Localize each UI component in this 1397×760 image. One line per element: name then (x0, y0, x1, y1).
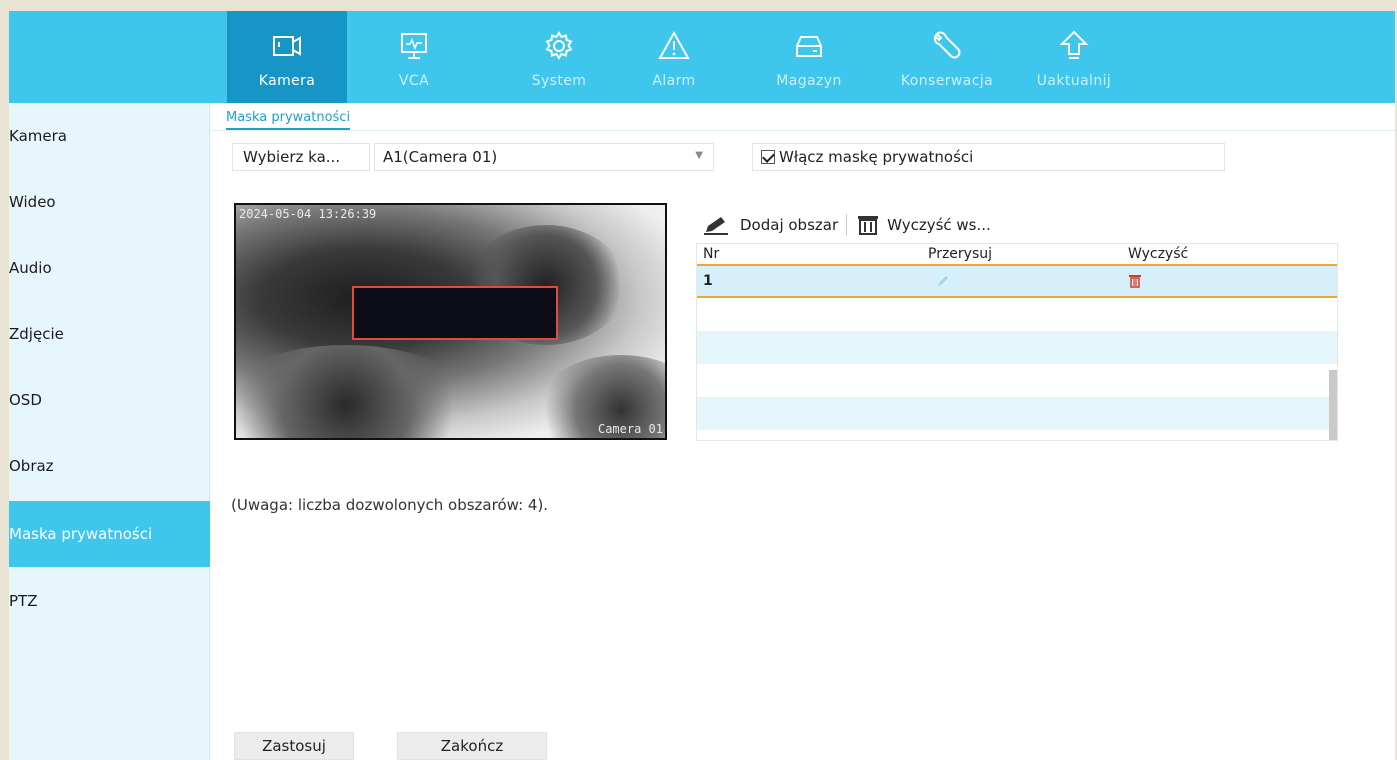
add-area-label: Dodaj obszar (740, 216, 839, 234)
tab-alarm[interactable]: Alarm (624, 11, 724, 103)
tab-label: Magazyn (776, 73, 842, 89)
mask-toolbar: Dodaj obszar Wyczyść ws... (702, 211, 991, 239)
tab-konserwacja[interactable]: Konserwacja (877, 11, 1017, 103)
camera-icon (273, 36, 301, 56)
preview-camera-name: Camera 01 (597, 422, 663, 436)
camera-select[interactable]: A1(Camera 01) ▼ (374, 143, 714, 171)
sidebar-item-wideo[interactable]: Wideo (9, 169, 210, 235)
add-area-button[interactable]: Dodaj obszar (702, 214, 838, 236)
sidebar-item-label: Wideo (9, 193, 56, 211)
pencil-icon (938, 276, 948, 286)
sidebar-item-label: Maska prywatności (9, 525, 153, 543)
mask-area-table: Nr Przerysuj Wyczyść 1 (696, 243, 1338, 441)
delete-row-button[interactable] (1128, 266, 1337, 296)
table-row[interactable]: 1 (697, 266, 1337, 298)
row-nr: 1 (703, 273, 713, 289)
tab-system[interactable]: System (504, 11, 614, 103)
column-header-wyczysc: Wyczyść (1128, 246, 1189, 262)
tab-magazyn[interactable]: Magazyn (754, 11, 864, 103)
table-row-empty (697, 331, 1337, 364)
trash-icon (858, 216, 879, 235)
camera-preview[interactable]: 2024-05-04 13:26:39 Camera 01 (234, 203, 667, 440)
upgrade-arrow-icon (1059, 30, 1089, 59)
pencil-icon (704, 217, 728, 235)
preview-timestamp: 2024-05-04 13:26:39 (239, 207, 377, 221)
sidebar-item-label: Zdjęcie (9, 325, 64, 343)
gear-icon (545, 31, 573, 60)
sidebar-item-label: OSD (9, 391, 42, 409)
sidebar-item-kamera[interactable]: Kamera (9, 103, 210, 169)
clear-all-label: Wyczyść ws... (887, 216, 991, 234)
app-frame: Kamera VCA System Alarm Magazyn Konserwa… (9, 11, 1395, 760)
tab-label: Konserwacja (900, 73, 994, 89)
tab-label: System (531, 73, 587, 89)
storage-icon (796, 36, 822, 57)
trash-icon (1129, 275, 1141, 288)
exit-button[interactable]: Zakończ (397, 732, 547, 760)
camera-select-value: A1(Camera 01) (383, 148, 498, 166)
sidebar-item-osd[interactable]: OSD (9, 367, 210, 433)
sidebar-item-audio[interactable]: Audio (9, 235, 210, 301)
redraw-button[interactable] (928, 266, 1128, 296)
tab-label: VCA (398, 73, 430, 89)
wrench-icon (933, 31, 961, 59)
table-row-empty (697, 397, 1337, 430)
chevron-down-icon: ▼ (695, 150, 703, 161)
tab-kamera[interactable]: Kamera (227, 11, 347, 103)
sidebar-item-maska-prywatnosci[interactable]: Maska prywatności (9, 501, 210, 567)
table-row-empty (697, 298, 1337, 331)
tab-vca[interactable]: VCA (359, 11, 469, 103)
table-header: Nr Przerysuj Wyczyść (697, 244, 1337, 266)
warning-icon (658, 30, 690, 59)
sidebar-item-ptz[interactable]: PTZ (9, 568, 210, 634)
sidebar-item-zdjecie[interactable]: Zdjęcie (9, 301, 210, 367)
subtab-maska-prywatnosci[interactable]: Maska prywatności (226, 110, 351, 130)
main-content: Maska prywatności Wybierz ka... A1(Camer… (210, 103, 1395, 760)
preview-shade (236, 345, 476, 438)
enable-mask-checkbox[interactable]: Włącz maskę prywatności (752, 143, 1225, 171)
sidebar: Kamera Wideo Audio Zdjęcie OSD Obraz Mas… (9, 103, 210, 760)
clear-all-button[interactable]: Wyczyść ws... (855, 214, 991, 236)
tab-label: Alarm (652, 73, 696, 89)
area-limit-note: (Uwaga: liczba dozwolonych obszarów: 4). (231, 496, 549, 514)
tab-label: Kamera (258, 73, 316, 89)
camera-select-label: Wybierz ka... (232, 143, 370, 171)
monitor-icon (401, 33, 427, 59)
tab-label: Uaktualnij (1036, 73, 1112, 89)
apply-button[interactable]: Zastosuj (234, 732, 354, 760)
enable-mask-label: Włącz maskę prywatności (779, 148, 974, 166)
toolbar-divider (846, 214, 848, 236)
column-header-nr: Nr (703, 246, 720, 262)
sidebar-item-obraz[interactable]: Obraz (9, 433, 210, 499)
checkbox-checked-icon[interactable] (761, 150, 775, 164)
table-scrollbar[interactable] (1329, 370, 1337, 440)
sidebar-item-label: Audio (9, 259, 52, 277)
tab-uaktualnij[interactable]: Uaktualnij (1019, 11, 1129, 103)
table-row-empty (697, 364, 1337, 397)
column-header-przerysuj: Przerysuj (928, 246, 993, 262)
privacy-mask-area[interactable] (352, 286, 558, 340)
sidebar-item-label: Obraz (9, 457, 54, 475)
subtab-divider (210, 130, 1395, 131)
top-nav-bar: Kamera VCA System Alarm Magazyn Konserwa… (9, 11, 1395, 103)
sidebar-item-label: PTZ (9, 592, 38, 610)
sidebar-item-label: Kamera (9, 127, 67, 145)
